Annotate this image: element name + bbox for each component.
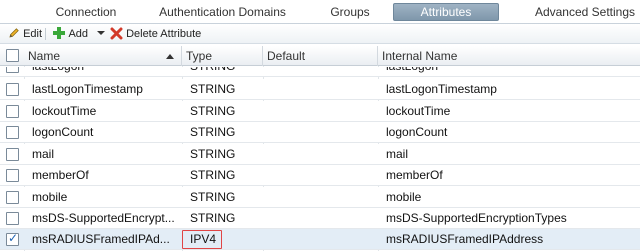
cell-type: IPV4 bbox=[190, 232, 217, 246]
cell-internal-name: mail bbox=[386, 147, 409, 161]
cell-name: mail bbox=[32, 147, 55, 161]
column-header-name-label: Name bbox=[28, 49, 61, 63]
column-header-internal-name[interactable]: Internal Name bbox=[378, 46, 640, 66]
table-row[interactable]: lastLogon STRING lastLogon bbox=[0, 67, 640, 77]
row-checkbox[interactable] bbox=[6, 148, 19, 161]
cell-type: STRING bbox=[190, 147, 236, 161]
tab-attributes[interactable]: Attributes bbox=[393, 3, 499, 21]
cell-type: STRING bbox=[190, 211, 236, 225]
cell-name: lastLogon bbox=[28, 67, 178, 76]
cell-type: STRING bbox=[186, 67, 261, 76]
table-row[interactable]: memberOf STRING memberOf bbox=[0, 165, 640, 186]
cell-default bbox=[267, 229, 377, 250]
table-row[interactable]: mail STRING mail bbox=[0, 144, 640, 165]
tab-connection[interactable]: Connection bbox=[46, 3, 126, 21]
edit-button[interactable]: Edit bbox=[8, 26, 42, 42]
cell-default bbox=[267, 208, 377, 229]
tab-groups[interactable]: Groups bbox=[325, 3, 375, 21]
cell-internal-name: memberOf bbox=[386, 168, 443, 182]
table-row[interactable]: lockoutTime STRING lockoutTime bbox=[0, 101, 640, 122]
row-checkbox[interactable] bbox=[6, 126, 19, 139]
cell-default bbox=[267, 144, 377, 165]
cell-internal-name: lastLogonTimestamp bbox=[386, 82, 497, 96]
cell-internal-name: msDS-SupportedEncryptionTypes bbox=[386, 211, 567, 225]
chevron-down-icon[interactable] bbox=[96, 29, 106, 37]
cell-default bbox=[267, 101, 377, 122]
table-row[interactable]: lastLogonTimestamp STRING lastLogonTimes… bbox=[0, 79, 640, 100]
cell-name: lockoutTime bbox=[32, 104, 97, 118]
cell-name: logonCount bbox=[32, 125, 94, 139]
row-checkbox-checked[interactable] bbox=[6, 231, 19, 246]
cell-type: STRING bbox=[190, 190, 236, 204]
pencil-icon bbox=[9, 28, 19, 38]
toolbar-divider bbox=[45, 28, 46, 40]
row-checkbox[interactable] bbox=[6, 105, 19, 118]
row-checkbox[interactable] bbox=[6, 83, 19, 96]
row-checkbox[interactable] bbox=[6, 67, 19, 73]
delete-attribute-label: Delete Attribute bbox=[126, 28, 202, 40]
cell-type: STRING bbox=[190, 104, 236, 118]
cell-default bbox=[267, 165, 377, 186]
row-checkbox[interactable] bbox=[6, 169, 19, 182]
table-row[interactable]: logonCount STRING logonCount bbox=[0, 122, 640, 143]
cell-type: STRING bbox=[190, 125, 236, 139]
cell-internal-name: msRADIUSFramedIPAddress bbox=[386, 232, 544, 246]
cell-default bbox=[267, 187, 377, 208]
row-checkbox[interactable] bbox=[6, 212, 19, 225]
cell-internal-name: mobile bbox=[386, 190, 422, 204]
cell-name: msRADIUSFramedIPAd... bbox=[32, 232, 170, 246]
plus-icon bbox=[53, 27, 65, 40]
table-row[interactable]: mobile STRING mobile bbox=[0, 187, 640, 208]
cell-name: lastLogonTimestamp bbox=[32, 82, 143, 96]
cell-name: memberOf bbox=[32, 168, 89, 182]
cell-name: mobile bbox=[32, 190, 68, 204]
sort-ascending-icon bbox=[166, 54, 174, 59]
row-checkbox[interactable] bbox=[6, 191, 19, 204]
delete-x-icon bbox=[110, 27, 123, 40]
attributes-table: Name Type Default Internal Name lastLogo… bbox=[0, 46, 640, 251]
table-row-selected[interactable]: msRADIUSFramedIPAd... IPV4 msRADIUSFrame… bbox=[0, 229, 640, 250]
table-header: Name Type Default Internal Name bbox=[0, 46, 640, 66]
tab-advanced-settings[interactable]: Advanced Settings bbox=[530, 3, 640, 21]
cell-type: STRING bbox=[190, 82, 236, 96]
cell-default bbox=[267, 67, 377, 76]
cell-internal-name: lockoutTime bbox=[386, 104, 451, 118]
cell-name: msDS-SupportedEncrypt... bbox=[32, 211, 175, 225]
edit-label: Edit bbox=[23, 28, 43, 40]
select-all-checkbox[interactable] bbox=[6, 49, 19, 62]
cell-default bbox=[267, 122, 377, 143]
cell-type: STRING bbox=[190, 168, 236, 182]
delete-attribute-button[interactable]: Delete Attribute bbox=[110, 26, 201, 42]
column-header-name[interactable]: Name bbox=[24, 46, 182, 66]
column-header-default[interactable]: Default bbox=[263, 46, 378, 66]
cell-default bbox=[267, 79, 377, 100]
tab-authentication-domains[interactable]: Authentication Domains bbox=[150, 3, 295, 21]
cell-internal-name: lastLogon bbox=[382, 67, 637, 76]
add-label: Add bbox=[68, 28, 89, 40]
add-button[interactable]: Add bbox=[52, 26, 106, 42]
table-row[interactable]: msDS-SupportedEncrypt... STRING msDS-Sup… bbox=[0, 208, 640, 229]
cell-internal-name: logonCount bbox=[386, 125, 448, 139]
tab-bar: Connection Authentication Domains Groups… bbox=[0, 0, 640, 24]
toolbar: Edit Add Delete Attribute bbox=[0, 24, 640, 44]
column-header-type[interactable]: Type bbox=[182, 46, 263, 66]
